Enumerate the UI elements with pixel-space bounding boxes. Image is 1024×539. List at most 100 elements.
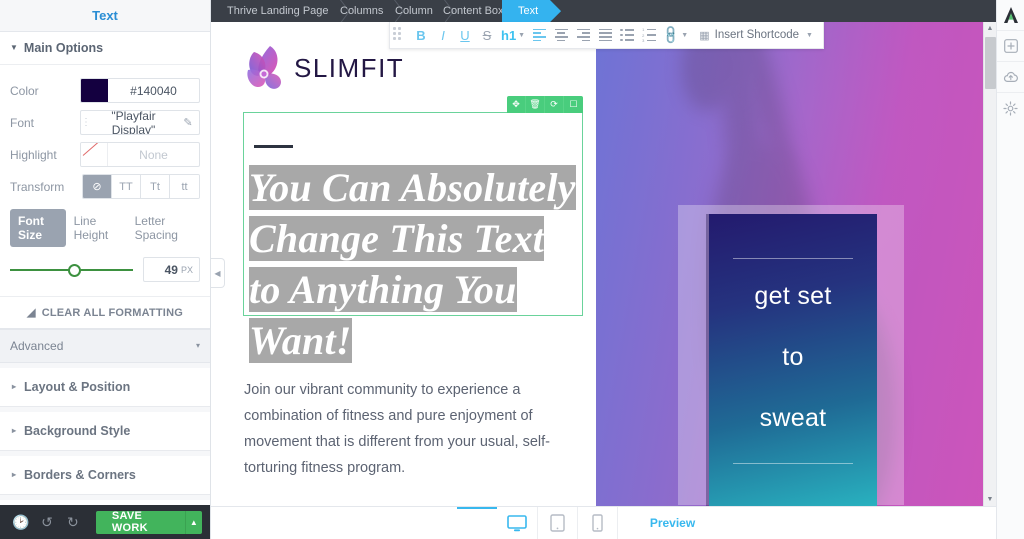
promo-card[interactable]: get set to sweat [709, 214, 877, 506]
clone-icon[interactable]: ☐ [564, 96, 583, 113]
no-highlight-icon[interactable] [81, 143, 108, 166]
scroll-up-arrow-icon[interactable]: ▲ [987, 22, 994, 35]
drag-grip-icon[interactable] [393, 26, 404, 44]
clear-all-formatting-button[interactable]: ◢ CLEAR ALL FORMATTING [0, 296, 210, 328]
chevron-down-icon: ▾ [195, 341, 200, 350]
move-icon[interactable]: ✥ [507, 96, 526, 113]
canvas-scrollbar[interactable]: ▲ ▼ [983, 22, 996, 506]
delete-icon[interactable]: 🗑 [526, 96, 545, 113]
thrive-logo-icon[interactable] [997, 0, 1024, 30]
heading-text[interactable]: You Can Absolutely Change This Text to A… [249, 162, 583, 366]
font-size-input[interactable]: 49 PX [143, 257, 200, 282]
hero-background: get set to sweat [596, 22, 996, 506]
transform-lowercase-button[interactable]: tt [170, 175, 199, 198]
mobile-preview-button[interactable] [578, 507, 618, 539]
transform-uppercase-button[interactable]: TT [112, 175, 141, 198]
main-options-header[interactable]: ▼ Main Options [0, 32, 210, 65]
clear-formatting-icon: ◢ [27, 307, 36, 319]
transform-label: Transform [10, 179, 65, 194]
insert-shortcode-label: Insert Shortcode [714, 29, 800, 41]
save-work-button[interactable]: SAVE WORK ▲ [95, 510, 203, 534]
font-handle-icon: ⋮ [81, 117, 91, 128]
element-toolbar: ✥ 🗑 ⟳ ☐ [507, 96, 583, 113]
link-button[interactable]: 🔗 ▼ [660, 23, 691, 47]
advanced-section-toggle[interactable]: Advanced ▾ [0, 329, 210, 363]
canvas-right-column: get set to sweat [596, 22, 996, 506]
highlight-field[interactable]: None [80, 142, 200, 167]
chevron-right-icon: ▸ [12, 382, 17, 391]
tab-line-height[interactable]: Line Height [66, 209, 127, 247]
preview-button[interactable]: Preview [636, 511, 709, 535]
card-line-3: sweat [759, 404, 827, 432]
chevron-up-icon[interactable]: ▲ [184, 510, 202, 534]
ordered-list-button[interactable]: 1 2 3 [638, 23, 660, 47]
shortcode-icon: ▦ [699, 29, 710, 42]
underline-button[interactable]: U [454, 23, 476, 47]
redo-icon[interactable]: ↻ [60, 505, 86, 539]
chevron-right-icon: ▸ [12, 470, 17, 479]
section-layout-position[interactable]: ▸ Layout & Position [0, 368, 210, 407]
section-background-style[interactable]: ▸ Background Style [0, 412, 210, 451]
history-icon[interactable]: 🕑 [8, 505, 34, 539]
section-label: Borders & Corners [24, 468, 136, 482]
section-label: Layout & Position [24, 380, 131, 394]
align-right-button[interactable] [572, 23, 594, 47]
tab-font-size[interactable]: Font Size [10, 209, 66, 247]
breadcrumb-item-thrive-landing-page[interactable]: Thrive Landing Page [211, 0, 341, 22]
section-animation-action[interactable]: ▸ Animation & Action [0, 500, 210, 505]
font-size-slider[interactable] [10, 261, 133, 279]
desktop-icon [507, 514, 528, 531]
bold-button[interactable]: B [410, 23, 432, 47]
card-line-2: to [782, 343, 804, 371]
font-size-value: 49 [164, 262, 178, 277]
add-icon[interactable] [996, 30, 1024, 61]
heading-level-button[interactable]: h1 ▼ [498, 23, 528, 47]
breadcrumb-item-text[interactable]: Text [502, 0, 551, 22]
highlight-row: Highlight None [10, 142, 200, 167]
main-options-body: Color #140040 Font ⋮ "Playfair Display" … [0, 65, 210, 296]
align-center-icon [554, 28, 568, 42]
body-paragraph[interactable]: Join our vibrant community to experience… [244, 377, 574, 481]
left-sidebar: Text ▼ Main Options Color #140040 Font ⋮… [0, 0, 211, 539]
editor-canvas: SLIMFIT ✥ 🗑 ⟳ ☐ You Can Absolutely Chang… [211, 22, 996, 506]
slider-knob[interactable] [68, 263, 81, 277]
sidebar-collapse-handle[interactable]: ◀ [211, 258, 225, 288]
pencil-icon[interactable]: ✎ [177, 116, 199, 129]
color-label: Color [10, 83, 39, 98]
heading-content-box[interactable]: ✥ 🗑 ⟳ ☐ You Can Absolutely Change This T… [243, 96, 583, 363]
align-left-button[interactable] [528, 23, 550, 47]
transform-none-button[interactable]: ⊘ [83, 175, 112, 198]
color-field[interactable]: #140040 [80, 78, 200, 103]
color-row: Color #140040 [10, 78, 200, 103]
card-line-1: get set [754, 282, 832, 310]
sidebar-bottom-bar: 🕑 ↺ ↻ SAVE WORK ▲ [0, 505, 210, 539]
desktop-preview-button[interactable] [498, 507, 538, 539]
highlight-label: Highlight [10, 147, 57, 162]
font-label: Font [10, 115, 35, 130]
cloud-icon[interactable] [996, 61, 1024, 92]
align-center-button[interactable] [550, 23, 572, 47]
app-root: Text ▼ Main Options Color #140040 Font ⋮… [0, 0, 1024, 539]
font-size-row: 49 PX [10, 257, 200, 282]
scrollbar-thumb[interactable] [984, 37, 996, 89]
section-borders-corners[interactable]: ▸ Borders & Corners [0, 456, 210, 495]
main-options-panel: ▼ Main Options Color #140040 Font ⋮ "Pla… [0, 31, 210, 329]
undo-icon[interactable]: ↺ [34, 505, 60, 539]
insert-shortcode-button[interactable]: ▦ Insert Shortcode ▼ [691, 29, 817, 42]
transform-capitalize-button[interactable]: Tt [141, 175, 170, 198]
active-device-indicator [456, 507, 497, 509]
chevron-down-icon: ▼ [10, 43, 18, 52]
duplicate-icon[interactable]: ⟳ [545, 96, 564, 113]
tablet-preview-button[interactable] [538, 507, 578, 539]
settings-icon[interactable] [996, 92, 1024, 123]
unordered-list-button[interactable] [616, 23, 638, 47]
strikethrough-button[interactable]: S [476, 23, 498, 47]
scroll-down-arrow-icon[interactable]: ▼ [987, 493, 994, 506]
card-rule-top [733, 258, 853, 259]
mobile-icon [592, 514, 603, 532]
color-swatch[interactable] [81, 79, 108, 102]
font-field[interactable]: ⋮ "Playfair Display" ✎ [80, 110, 200, 135]
align-justify-button[interactable] [594, 23, 616, 47]
tab-letter-spacing[interactable]: Letter Spacing [127, 209, 200, 247]
italic-button[interactable]: I [432, 23, 454, 47]
